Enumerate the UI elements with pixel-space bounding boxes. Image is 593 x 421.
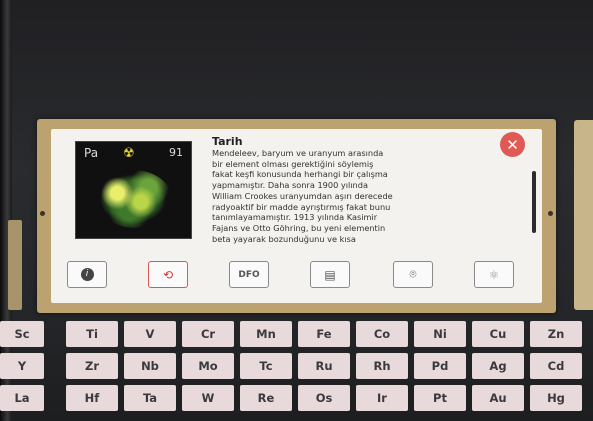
atomic-number: 91 [169, 146, 183, 159]
periodic-table: Sc Ti V Cr Mn Fe Co Ni Cu Zn Y Zr Nb Mo Tc Ru Rh Pd Ag Cd La… [0, 321, 593, 421]
location-icon: ⌾ [409, 267, 417, 281]
element-cell[interactable]: Nb [124, 353, 176, 379]
element-cell[interactable]: Os [298, 385, 350, 411]
history-icon: ⟲ [162, 267, 174, 282]
element-cell[interactable]: V [124, 321, 176, 347]
element-cell[interactable]: Pt [414, 385, 466, 411]
info-icon: i [80, 268, 94, 281]
section-title: Tarih [212, 135, 243, 148]
history-text: Mendeleev, baryum ve uranyum arasında bi… [212, 148, 393, 244]
dfo-icon: DFO [238, 269, 260, 280]
element-cell[interactable]: Tc [240, 353, 292, 379]
element-cell[interactable]: Zn [530, 321, 582, 347]
element-cell[interactable]: Y [0, 353, 44, 379]
close-button[interactable]: ✕ [500, 132, 525, 157]
element-cell[interactable]: Mo [182, 353, 234, 379]
info-button[interactable]: i [67, 261, 107, 288]
element-cell[interactable]: Au [472, 385, 524, 411]
element-symbol: Pa [84, 146, 99, 160]
element-thumbnail: Pa ☢ 91 [75, 141, 192, 239]
panel-toolbar: i ⟲ DFO ▤ ⌾ ⚛ [51, 261, 542, 297]
panel-pin [40, 211, 45, 216]
element-cell[interactable]: Zr [66, 353, 118, 379]
element-info-panel: Pa ☢ 91 Tarih Mendeleev, baryum ve urany… [37, 119, 556, 313]
mineral-image [94, 170, 172, 228]
close-icon: ✕ [506, 135, 519, 154]
history-button[interactable]: ⟲ [148, 261, 188, 288]
element-cell[interactable]: Ta [124, 385, 176, 411]
book-icon: ▤ [324, 267, 336, 282]
scrollbar[interactable] [532, 171, 536, 233]
element-cell[interactable]: Hg [530, 385, 582, 411]
element-cell[interactable]: Fe [298, 321, 350, 347]
location-button[interactable]: ⌾ [393, 261, 433, 288]
element-cell[interactable]: Sc [0, 321, 44, 347]
element-cell[interactable]: Hf [66, 385, 118, 411]
element-cell[interactable]: Ag [472, 353, 524, 379]
atom-icon: ⚛ [488, 267, 500, 282]
element-cell[interactable]: Pd [414, 353, 466, 379]
book-button[interactable]: ▤ [310, 261, 350, 288]
element-cell[interactable]: Ni [414, 321, 466, 347]
atom-button[interactable]: ⚛ [474, 261, 514, 288]
radiation-icon: ☢ [123, 146, 135, 161]
panel-pin [548, 211, 553, 216]
adjacent-card-right [574, 120, 593, 310]
element-cell[interactable]: La [0, 385, 44, 411]
element-cell[interactable]: W [182, 385, 234, 411]
element-cell[interactable]: Ir [356, 385, 408, 411]
element-cell[interactable]: Mn [240, 321, 292, 347]
element-cell[interactable]: Ru [298, 353, 350, 379]
element-cell[interactable]: Cu [472, 321, 524, 347]
element-cell[interactable]: Co [356, 321, 408, 347]
adjacent-card-left [8, 220, 22, 310]
element-cell[interactable]: Ti [66, 321, 118, 347]
panel-content: Pa ☢ 91 Tarih Mendeleev, baryum ve urany… [51, 129, 542, 303]
element-cell[interactable]: Rh [356, 353, 408, 379]
element-cell[interactable]: Re [240, 385, 292, 411]
element-cell[interactable]: Cr [182, 321, 234, 347]
dfo-button[interactable]: DFO [229, 261, 269, 288]
element-cell[interactable]: Cd [530, 353, 582, 379]
